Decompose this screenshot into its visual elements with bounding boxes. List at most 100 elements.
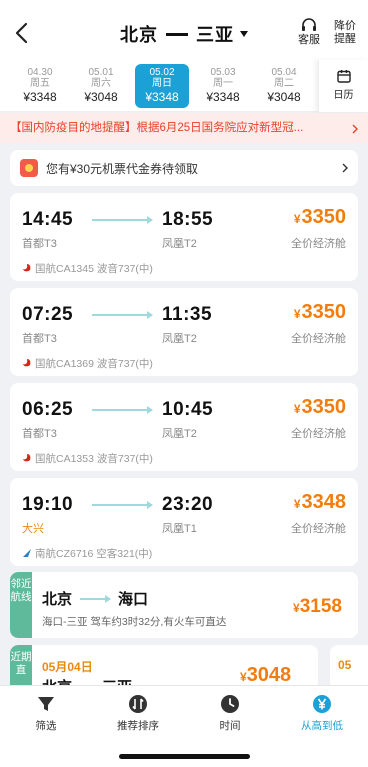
flight-price: ¥3350 xyxy=(293,396,346,418)
time-sort-button[interactable]: 时间 xyxy=(184,694,276,733)
coupon-text: 您有¥30元机票代金券待领取 xyxy=(46,162,199,176)
price-alert-label-1: 降价 xyxy=(334,20,356,32)
date-tab-weekday: 周五 xyxy=(30,78,50,89)
arrival-airport: 凤凰T2 xyxy=(162,333,197,345)
home-indicator[interactable] xyxy=(119,754,250,759)
date-tab-date: 04.30 xyxy=(27,67,53,78)
flight-arrow-icon xyxy=(92,406,153,414)
arrival-time: 23:20 xyxy=(162,494,214,515)
date-tabs: 04.30 周五 ¥3348 05.01 周六 ¥3048 05.02 周日 ¥… xyxy=(0,60,368,112)
air-china-logo-icon xyxy=(23,454,31,462)
customer-service-label: 客服 xyxy=(298,34,320,46)
flight-arrow-icon xyxy=(92,501,153,509)
air-china-logo-icon xyxy=(23,264,31,272)
flight-price: ¥3350 xyxy=(293,206,346,228)
airline-info: 南航CZ6716 空客321(中) xyxy=(22,546,152,561)
nearby-route-tag: 邻近航线 xyxy=(10,572,32,638)
date-tab-weekday: 周一 xyxy=(213,78,233,89)
date-tab[interactable]: 05.01 周六 ¥3048 xyxy=(74,64,128,108)
arrival-time: 10:45 xyxy=(162,399,214,420)
arrival-time: 18:55 xyxy=(162,209,214,230)
flight-card[interactable]: 07:25 11:35 首都T3 凤凰T2 ¥3350 全价经济舱 国航CA13… xyxy=(10,288,358,376)
departure-airport: 首都T3 xyxy=(22,333,57,345)
clock-icon xyxy=(221,695,239,713)
header: 北京 三亚 客服 降价 提醒 xyxy=(0,0,368,60)
route-arrow-icon xyxy=(166,32,188,36)
notice-text: 【国内防疫目的地提醒】根据6月25日国务院应对新型冠... xyxy=(10,122,304,134)
nearby-route-card[interactable]: 邻近航线 北京 海口 海口-三亚 驾车约3时32分,有火车可直达 ¥3158 xyxy=(10,572,358,638)
departure-airport: 首都T3 xyxy=(22,428,57,440)
date-tab-price: ¥3348 xyxy=(206,90,240,104)
destination-city: 三亚 xyxy=(196,25,234,45)
recent-date-next: 05 xyxy=(338,658,352,672)
flight-arrow-icon xyxy=(92,216,153,224)
date-tab-date: 05.01 xyxy=(88,67,114,78)
calendar-icon xyxy=(336,70,351,83)
date-tab-price: ¥3348 xyxy=(23,90,57,104)
coupon-banner[interactable]: 您有¥30元机票代金券待领取 xyxy=(10,150,358,186)
china-southern-logo-icon xyxy=(23,549,31,557)
recommend-sort-label: 推荐排序 xyxy=(117,720,159,732)
departure-time: 07:25 xyxy=(22,304,74,325)
calendar-button[interactable]: 日历 xyxy=(318,60,368,112)
air-china-logo-icon xyxy=(23,359,31,367)
recent-price: ¥3048 xyxy=(240,664,292,686)
cabin-class: 全价经济舱 xyxy=(291,428,346,440)
cabin-class: 全价经济舱 xyxy=(291,238,346,250)
flight-card[interactable]: 14:45 18:55 首都T3 凤凰T2 ¥3350 全价经济舱 国航CA13… xyxy=(10,193,358,281)
customer-service-button[interactable]: 客服 xyxy=(291,18,327,47)
date-tab-date: 05.02 xyxy=(149,67,175,78)
origin-city: 北京 xyxy=(120,25,158,45)
price-high-to-low-button[interactable]: 从高到低 xyxy=(276,694,368,733)
date-tab-weekday: 周二 xyxy=(274,78,294,89)
yen-icon xyxy=(313,695,331,713)
departure-airport: 大兴 xyxy=(22,523,44,535)
nearby-route-desc: 海口-三亚 驾车约3时32分,有火车可直达 xyxy=(42,616,227,628)
date-tab-weekday: 周六 xyxy=(91,78,111,89)
recent-date: 05月04日 xyxy=(42,660,93,674)
flight-arrow-icon xyxy=(92,311,153,319)
airline-info: 国航CA1369 波音737(中) xyxy=(22,356,153,371)
coupon-icon xyxy=(20,159,38,177)
cabin-class: 全价经济舱 xyxy=(291,523,346,535)
airline-info: 国航CA1353 波音737(中) xyxy=(22,451,153,466)
date-tab-weekday: 周日 xyxy=(152,78,172,89)
departure-time: 19:10 xyxy=(22,494,74,515)
flight-price: ¥3350 xyxy=(293,301,346,323)
chevron-right-icon xyxy=(342,163,348,173)
nearby-route-price: ¥3158 xyxy=(293,596,342,617)
date-tab-price: ¥3048 xyxy=(84,90,118,104)
price-high-to-low-label: 从高到低 xyxy=(301,720,343,732)
arrival-time: 11:35 xyxy=(162,304,213,325)
route-arrow-icon xyxy=(80,594,112,603)
date-tab[interactable]: 05.04 周二 ¥3048 xyxy=(257,64,311,108)
date-tab-price: ¥3348 xyxy=(145,90,179,104)
calendar-label: 日历 xyxy=(333,90,354,101)
date-tab[interactable]: 05.03 周一 ¥3348 xyxy=(196,64,250,108)
sort-icon xyxy=(129,695,147,713)
headset-icon xyxy=(302,18,316,31)
date-tab-date: 05.04 xyxy=(271,67,297,78)
flight-card[interactable]: 06:25 10:45 首都T3 凤凰T2 ¥3350 全价经济舱 国航CA13… xyxy=(10,383,358,471)
date-tab-active[interactable]: 05.02 周日 ¥3348 xyxy=(135,64,189,108)
nearby-route-cities: 北京 海口 xyxy=(42,591,149,608)
flight-card[interactable]: 19:10 23:20 大兴 凤凰T1 ¥3348 全价经济舱 南航CZ6716… xyxy=(10,478,358,566)
cabin-class: 全价经济舱 xyxy=(291,333,346,345)
dropdown-caret-icon xyxy=(240,31,248,38)
date-tab-date: 05.03 xyxy=(210,67,236,78)
time-sort-label: 时间 xyxy=(219,720,241,732)
price-alert-button[interactable]: 降价 提醒 xyxy=(327,20,363,46)
arrival-airport: 凤凰T1 xyxy=(162,523,197,535)
filter-label: 筛选 xyxy=(35,720,57,732)
departure-time: 06:25 xyxy=(22,399,74,420)
filter-button[interactable]: 筛选 xyxy=(0,694,92,733)
departure-airport: 首都T3 xyxy=(22,238,57,250)
date-tab-price: ¥3048 xyxy=(267,90,301,104)
arrival-airport: 凤凰T2 xyxy=(162,238,197,250)
filter-icon xyxy=(38,697,54,711)
departure-time: 14:45 xyxy=(22,209,74,230)
epidemic-notice-banner[interactable]: 【国内防疫目的地提醒】根据6月25日国务院应对新型冠... xyxy=(0,113,368,143)
arrival-airport: 凤凰T2 xyxy=(162,428,197,440)
recommend-sort-button[interactable]: 推荐排序 xyxy=(92,694,184,733)
date-tab[interactable]: 04.30 周五 ¥3348 xyxy=(13,64,67,108)
